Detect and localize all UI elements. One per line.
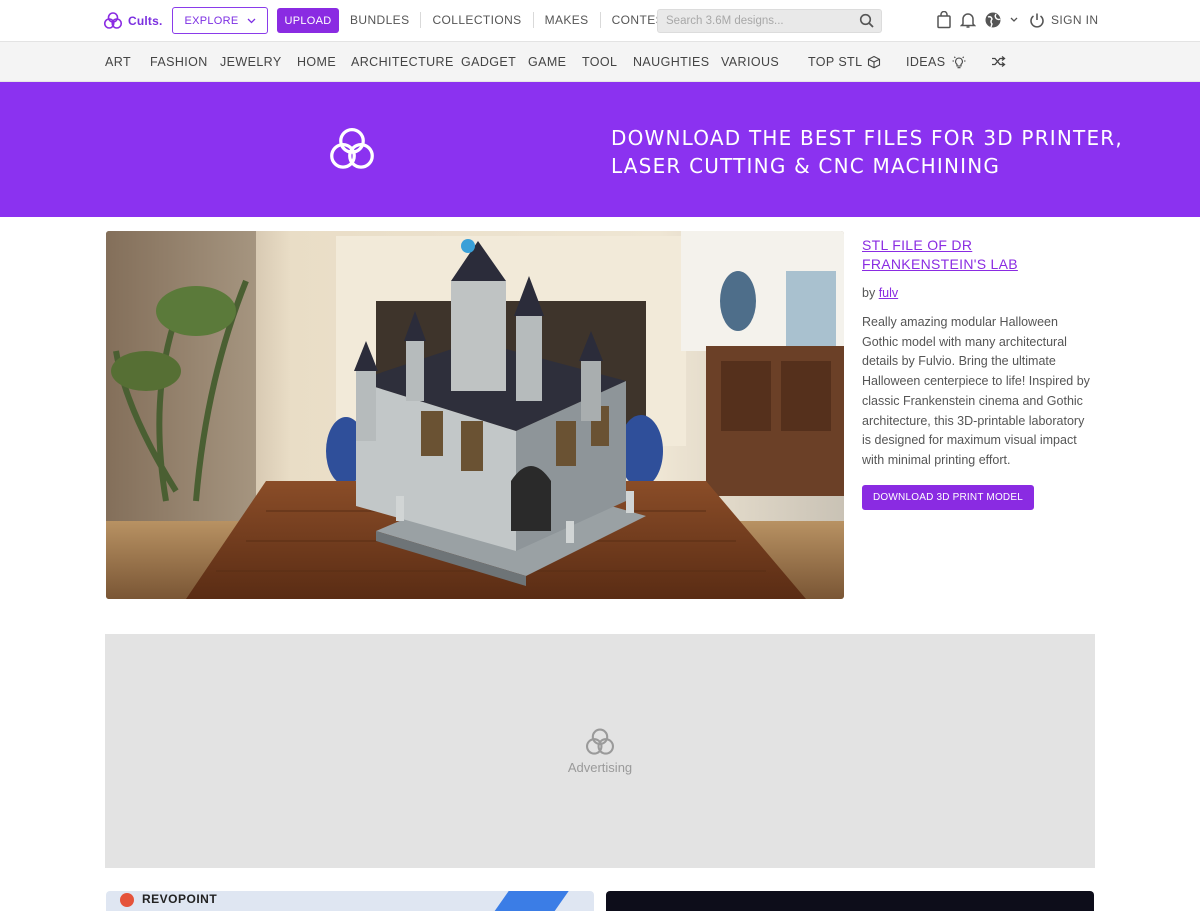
gothic-castle-photo bbox=[106, 231, 844, 599]
nav-collections[interactable]: COLLECTIONS bbox=[432, 13, 521, 27]
top-nav: BUNDLES COLLECTIONS MAKES CONTEST bbox=[340, 12, 672, 28]
hero-banner: DOWNLOAD THE BEST FILES FOR 3D PRINTER, … bbox=[0, 82, 1200, 217]
ad-placeholder: Advertising bbox=[105, 726, 1095, 775]
top-icons bbox=[936, 11, 1018, 29]
promo-card-left[interactable]: REVOPOINT bbox=[106, 891, 594, 911]
featured-model-title[interactable]: STL FILE OF DR FRANKENSTEIN'S LAB bbox=[862, 236, 1096, 274]
featured-model-byline: by fulv bbox=[862, 286, 1096, 300]
by-prefix: by bbox=[862, 286, 876, 300]
nav-divider bbox=[532, 12, 534, 28]
top-bar: Cults. EXPLORE UPLOAD BUNDLES COLLECTION… bbox=[0, 0, 1200, 42]
advertising-slot[interactable]: Advertising bbox=[105, 634, 1095, 868]
brand-logo-icon bbox=[120, 893, 134, 907]
random-button[interactable] bbox=[991, 55, 1006, 68]
featured-model-info: STL FILE OF DR FRANKENSTEIN'S LAB by ful… bbox=[862, 236, 1096, 510]
upload-button[interactable]: UPLOAD bbox=[277, 8, 339, 33]
sign-in-link[interactable]: SIGN IN bbox=[1029, 12, 1098, 28]
category-ideas[interactable]: IDEAS bbox=[906, 55, 967, 69]
sign-in-label: SIGN IN bbox=[1051, 13, 1099, 27]
site-logo[interactable]: Cults. bbox=[103, 11, 163, 31]
search-input[interactable] bbox=[658, 10, 848, 32]
author-link[interactable]: fulv bbox=[879, 286, 898, 300]
category-bar: ART FASHION JEWELRY HOME ARCHITECTURE GA… bbox=[0, 42, 1200, 82]
category-gadget[interactable]: GADGET bbox=[461, 55, 516, 69]
cults-logo-icon bbox=[103, 12, 123, 29]
category-tool[interactable]: TOOL bbox=[582, 55, 617, 69]
bell-icon[interactable] bbox=[960, 11, 976, 29]
category-architecture[interactable]: ARCHITECTURE bbox=[351, 55, 454, 69]
promo-card-right[interactable] bbox=[606, 891, 1094, 911]
search-icon[interactable] bbox=[859, 13, 875, 29]
nav-divider bbox=[599, 12, 601, 28]
logo-text: Cults. bbox=[128, 14, 163, 28]
nav-divider bbox=[420, 12, 422, 28]
explore-button[interactable]: EXPLORE bbox=[172, 7, 268, 34]
category-art[interactable]: ART bbox=[105, 55, 131, 69]
download-model-button[interactable]: DOWNLOAD 3D PRINT MODEL bbox=[862, 484, 1034, 510]
shopping-bag-icon[interactable] bbox=[936, 11, 952, 29]
category-jewelry[interactable]: JEWELRY bbox=[220, 55, 282, 69]
chevron-down-icon[interactable] bbox=[1010, 17, 1018, 23]
category-home[interactable]: HOME bbox=[297, 55, 336, 69]
banner-line-1: DOWNLOAD THE BEST FILES FOR 3D PRINTER, bbox=[611, 126, 1123, 150]
globe-icon[interactable] bbox=[984, 11, 1002, 29]
category-game[interactable]: GAME bbox=[528, 55, 566, 69]
cults-logo-icon bbox=[330, 128, 374, 169]
banner-line-2: LASER CUTTING & CNC MACHINING bbox=[611, 154, 1001, 178]
nav-makes[interactable]: MAKES bbox=[545, 13, 589, 27]
category-naughties[interactable]: NAUGHTIES bbox=[633, 55, 710, 69]
banner-tagline: DOWNLOAD THE BEST FILES FOR 3D PRINTER, … bbox=[611, 124, 1123, 180]
promo-brand: REVOPOINT bbox=[142, 892, 218, 906]
promo-ribbon bbox=[490, 891, 572, 911]
nav-bundles[interactable]: BUNDLES bbox=[350, 13, 409, 27]
cults-logo-icon bbox=[586, 728, 615, 755]
advertising-label: Advertising bbox=[567, 760, 633, 775]
featured-model-description: Really amazing modular Halloween Gothic … bbox=[862, 315, 1090, 467]
category-top-stl[interactable]: TOP STL bbox=[808, 55, 881, 69]
ideas-label: IDEAS bbox=[906, 55, 946, 69]
top-stl-label: TOP STL bbox=[808, 55, 863, 69]
search-box bbox=[657, 9, 882, 33]
explore-label: EXPLORE bbox=[184, 14, 239, 27]
category-fashion[interactable]: FASHION bbox=[150, 55, 208, 69]
featured-model-image[interactable] bbox=[106, 231, 844, 599]
power-icon bbox=[1030, 13, 1044, 28]
category-various[interactable]: VARIOUS bbox=[721, 55, 779, 69]
shuffle-icon bbox=[992, 55, 1006, 68]
lightbulb-icon bbox=[952, 56, 966, 69]
cube-icon bbox=[868, 55, 881, 69]
chevron-down-icon bbox=[247, 18, 255, 23]
